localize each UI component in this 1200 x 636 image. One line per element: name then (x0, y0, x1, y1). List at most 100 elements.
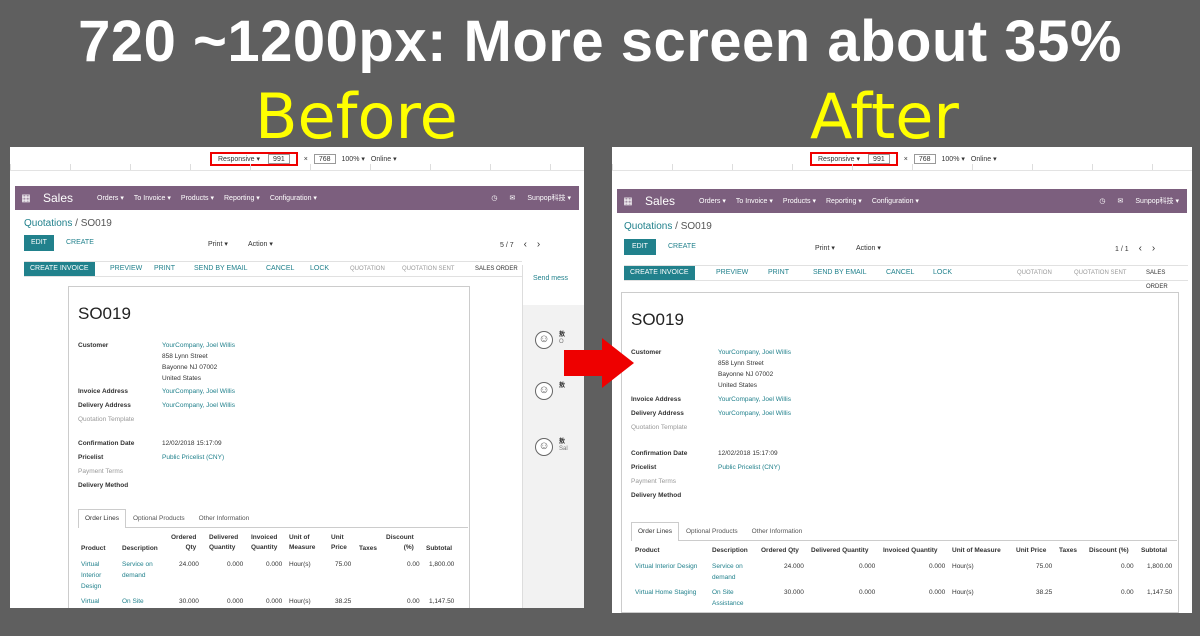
apps-grid-icon[interactable]: ▦ (617, 196, 639, 207)
col-product[interactable]: Product (635, 546, 660, 556)
col-discount[interactable]: Discount (%) (386, 533, 414, 553)
tab-optional-products[interactable]: Optional Products (679, 522, 745, 540)
zoom-dropdown[interactable]: 100% ▾ (342, 155, 365, 163)
print-dropdown[interactable]: Print ▾ (815, 244, 835, 252)
stage-sales-order[interactable]: SALES ORDER (1146, 266, 1188, 290)
lock-button[interactable]: LOCK (304, 262, 335, 276)
send-message-button[interactable]: Send mess (533, 275, 568, 282)
chatter-author: 敖 (559, 332, 566, 338)
menu-products[interactable]: Products ▾ (783, 197, 816, 205)
prev-icon[interactable]: ‹ (1139, 243, 1142, 254)
col-unit-price[interactable]: Unit Price (1016, 546, 1046, 556)
height-input[interactable]: 768 (913, 154, 936, 164)
col-taxes[interactable]: Taxes (359, 544, 377, 554)
network-dropdown[interactable]: Online ▾ (971, 155, 997, 163)
menu-reporting[interactable]: Reporting ▾ (224, 194, 260, 202)
col-delivered-qty[interactable]: Delivered Quantity (209, 533, 238, 553)
col-invoiced-qty[interactable]: Invoiced Quantity (251, 533, 277, 553)
zoom-dropdown[interactable]: 100% ▾ (942, 155, 965, 163)
send-by-email-button[interactable]: SEND BY EMAIL (807, 266, 873, 280)
col-discount[interactable]: Discount (%) (1089, 546, 1129, 556)
menu-products[interactable]: Products ▾ (181, 194, 214, 202)
stage-quotation[interactable]: QUOTATION (350, 262, 385, 276)
tab-other-information[interactable]: Other Information (745, 522, 810, 540)
create-invoice-button[interactable]: CREATE INVOICE (624, 266, 695, 280)
edit-button[interactable]: EDIT (24, 235, 54, 251)
prev-icon[interactable]: ‹ (524, 239, 527, 250)
col-subtotal[interactable]: Subtotal (426, 544, 452, 554)
lock-button[interactable]: LOCK (927, 266, 958, 280)
print-button[interactable]: PRINT (762, 266, 795, 280)
menu-configuration[interactable]: Configuration ▾ (270, 194, 317, 202)
print-button[interactable]: PRINT (148, 262, 181, 276)
stage-quotation-sent[interactable]: QUOTATION SENT (402, 262, 454, 276)
action-dropdown[interactable]: Action ▾ (248, 240, 273, 248)
height-input[interactable]: 768 (313, 154, 336, 164)
col-subtotal[interactable]: Subtotal (1141, 546, 1167, 556)
menu-reporting[interactable]: Reporting ▾ (826, 197, 862, 205)
col-uom[interactable]: Unit of Measure (289, 533, 315, 553)
col-unit-price[interactable]: Unit Price (331, 533, 347, 553)
cancel-button[interactable]: CANCEL (880, 266, 920, 280)
devtools-bar: Responsive ▾ 991 × 768 100% ▾ Online ▾ (612, 147, 1192, 171)
customer-value[interactable]: YourCompany, Joel Willis (162, 340, 235, 351)
chat-icon[interactable]: ✉ (510, 194, 516, 202)
col-description[interactable]: Description (712, 546, 748, 556)
pricelist-value[interactable]: Public Pricelist (CNY) (718, 462, 780, 473)
cancel-button[interactable]: CANCEL (260, 262, 300, 276)
invoice-address-value[interactable]: YourCompany, Joel Willis (718, 394, 791, 405)
create-button[interactable]: CREATE (60, 235, 100, 251)
col-invoiced-qty[interactable]: Invoiced Quantity (883, 546, 938, 556)
tab-optional-products[interactable]: Optional Products (126, 509, 192, 527)
menu-orders[interactable]: Orders ▾ (97, 194, 124, 202)
col-description[interactable]: Description (122, 544, 158, 554)
create-button[interactable]: CREATE (662, 239, 702, 255)
preview-button[interactable]: PREVIEW (104, 262, 148, 276)
stage-quotation-sent[interactable]: QUOTATION SENT (1074, 266, 1126, 280)
action-dropdown[interactable]: Action ▾ (856, 244, 881, 252)
col-uom[interactable]: Unit of Measure (952, 546, 1001, 556)
menu-to-invoice[interactable]: To Invoice ▾ (736, 197, 773, 205)
clock-icon[interactable]: ◷ (1099, 197, 1105, 205)
col-delivered-qty[interactable]: Delivered Quantity (811, 546, 868, 556)
col-taxes[interactable]: Taxes (1059, 546, 1077, 556)
invoice-address-value[interactable]: YourCompany, Joel Willis (162, 386, 235, 397)
width-input[interactable]: 991 (268, 154, 290, 164)
menu-to-invoice[interactable]: To Invoice ▾ (134, 194, 171, 202)
tab-order-lines[interactable]: Order Lines (78, 509, 126, 528)
network-dropdown[interactable]: Online ▾ (371, 155, 397, 163)
stage-quotation[interactable]: QUOTATION (1017, 266, 1052, 280)
delivery-address-value[interactable]: YourCompany, Joel Willis (718, 408, 791, 419)
next-icon[interactable]: › (537, 239, 540, 250)
responsive-dropdown[interactable]: Responsive ▾ (218, 155, 260, 163)
stage-sales-order[interactable]: SALES ORDER (475, 262, 518, 276)
breadcrumb-parent[interactable]: Quotations (624, 221, 672, 232)
row1-delivered: 0.000 (227, 561, 244, 568)
col-ordered-qty[interactable]: Ordered Qty (761, 546, 799, 556)
user-menu[interactable]: Sunpop科技 ▾ (527, 193, 571, 203)
delivery-address-value[interactable]: YourCompany, Joel Willis (162, 400, 235, 411)
col-ordered-qty[interactable]: Ordered Qty (171, 533, 196, 553)
width-input[interactable]: 991 (868, 154, 890, 164)
next-icon[interactable]: › (1152, 243, 1155, 254)
breadcrumb-parent[interactable]: Quotations (24, 218, 72, 229)
col-product[interactable]: Product (81, 544, 106, 554)
menu-orders[interactable]: Orders ▾ (699, 197, 726, 205)
create-invoice-button[interactable]: CREATE INVOICE (24, 262, 95, 276)
app-brand[interactable]: Sales (645, 194, 675, 208)
tab-other-information[interactable]: Other Information (192, 509, 257, 527)
send-by-email-button[interactable]: SEND BY EMAIL (188, 262, 254, 276)
pricelist-value[interactable]: Public Pricelist (CNY) (162, 452, 224, 463)
edit-button[interactable]: EDIT (624, 239, 656, 255)
preview-button[interactable]: PREVIEW (710, 266, 754, 280)
menu-configuration[interactable]: Configuration ▾ (872, 197, 919, 205)
print-dropdown[interactable]: Print ▾ (208, 240, 228, 248)
user-menu[interactable]: Sunpop科技 ▾ (1135, 196, 1179, 206)
chat-icon[interactable]: ✉ (1118, 197, 1124, 205)
app-brand[interactable]: Sales (43, 191, 73, 205)
tab-order-lines[interactable]: Order Lines (631, 522, 679, 541)
customer-value[interactable]: YourCompany, Joel Willis (718, 347, 791, 358)
responsive-dropdown[interactable]: Responsive ▾ (818, 155, 860, 163)
clock-icon[interactable]: ◷ (491, 194, 497, 202)
apps-grid-icon[interactable]: ▦ (15, 193, 37, 204)
